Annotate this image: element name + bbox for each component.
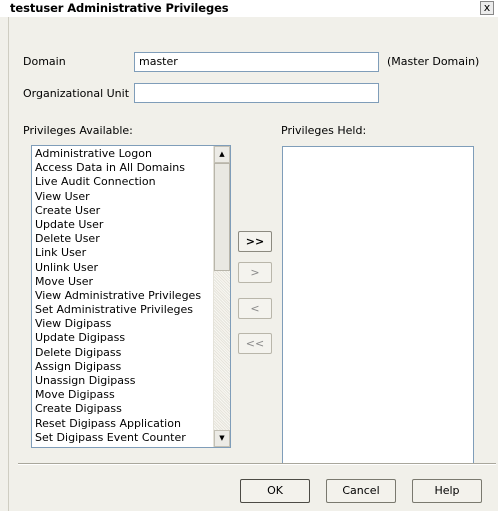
list-item[interactable]: Delete Digipass: [32, 346, 230, 360]
scroll-track[interactable]: [214, 271, 230, 430]
list-item[interactable]: Administrative Logon: [32, 147, 230, 161]
list-item[interactable]: Move User: [32, 275, 230, 289]
list-item[interactable]: Set Digipass Event Counter: [32, 431, 230, 445]
ou-field[interactable]: [134, 83, 379, 103]
domain-label: Domain: [23, 55, 66, 68]
scroll-up-button[interactable]: ▲: [214, 146, 230, 163]
ou-label: Organizational Unit: [23, 87, 130, 100]
up-arrow-icon: ▲: [219, 150, 225, 158]
list-item[interactable]: Unlink User: [32, 261, 230, 275]
list-item[interactable]: Assign Digipass: [32, 360, 230, 374]
ok-button[interactable]: OK: [240, 479, 310, 503]
help-button[interactable]: Help: [412, 479, 482, 503]
available-scrollbar[interactable]: ▲ ▼: [213, 146, 230, 447]
close-button[interactable]: x: [480, 1, 494, 15]
footer-separator: [18, 463, 496, 465]
list-item[interactable]: Move Digipass: [32, 388, 230, 402]
list-item[interactable]: Access Data in All Domains: [32, 161, 230, 175]
privileges-dialog: Domain master (Master Domain) Organizati…: [8, 17, 498, 511]
list-item[interactable]: View Digipass: [32, 317, 230, 331]
scroll-thumb[interactable]: [214, 163, 230, 271]
cancel-button[interactable]: Cancel: [326, 479, 396, 503]
add-all-button[interactable]: >>: [238, 231, 272, 252]
window-title: testuser Administrative Privileges: [10, 1, 229, 15]
list-item[interactable]: Update User: [32, 218, 230, 232]
remove-all-button[interactable]: <<: [238, 333, 272, 354]
list-item[interactable]: Live Audit Connection: [32, 175, 230, 189]
list-item[interactable]: Link User: [32, 246, 230, 260]
list-item[interactable]: Delete User: [32, 232, 230, 246]
scroll-down-button[interactable]: ▼: [214, 430, 230, 447]
down-arrow-icon: ▼: [219, 434, 225, 442]
domain-note: (Master Domain): [387, 55, 480, 68]
list-item[interactable]: View User: [32, 190, 230, 204]
domain-field[interactable]: master: [134, 52, 379, 72]
list-item[interactable]: Create User: [32, 204, 230, 218]
remove-button[interactable]: <: [238, 298, 272, 319]
list-item[interactable]: Unassign Digipass: [32, 374, 230, 388]
list-item[interactable]: Set Administrative Privileges: [32, 303, 230, 317]
list-item[interactable]: Update Digipass: [32, 331, 230, 345]
list-item[interactable]: View Administrative Privileges: [32, 289, 230, 303]
title-bar: testuser Administrative Privileges x: [0, 0, 498, 17]
available-label: Privileges Available:: [23, 124, 133, 137]
available-listbox[interactable]: Administrative Logon Access Data in All D…: [31, 145, 231, 448]
list-item[interactable]: Reset Digipass Application: [32, 417, 230, 431]
close-icon: x: [483, 1, 491, 14]
domain-field-value: master: [139, 55, 178, 68]
held-label: Privileges Held:: [281, 124, 367, 137]
list-item[interactable]: Create Digipass: [32, 402, 230, 416]
add-button[interactable]: >: [238, 262, 272, 283]
held-listbox[interactable]: [282, 146, 474, 465]
